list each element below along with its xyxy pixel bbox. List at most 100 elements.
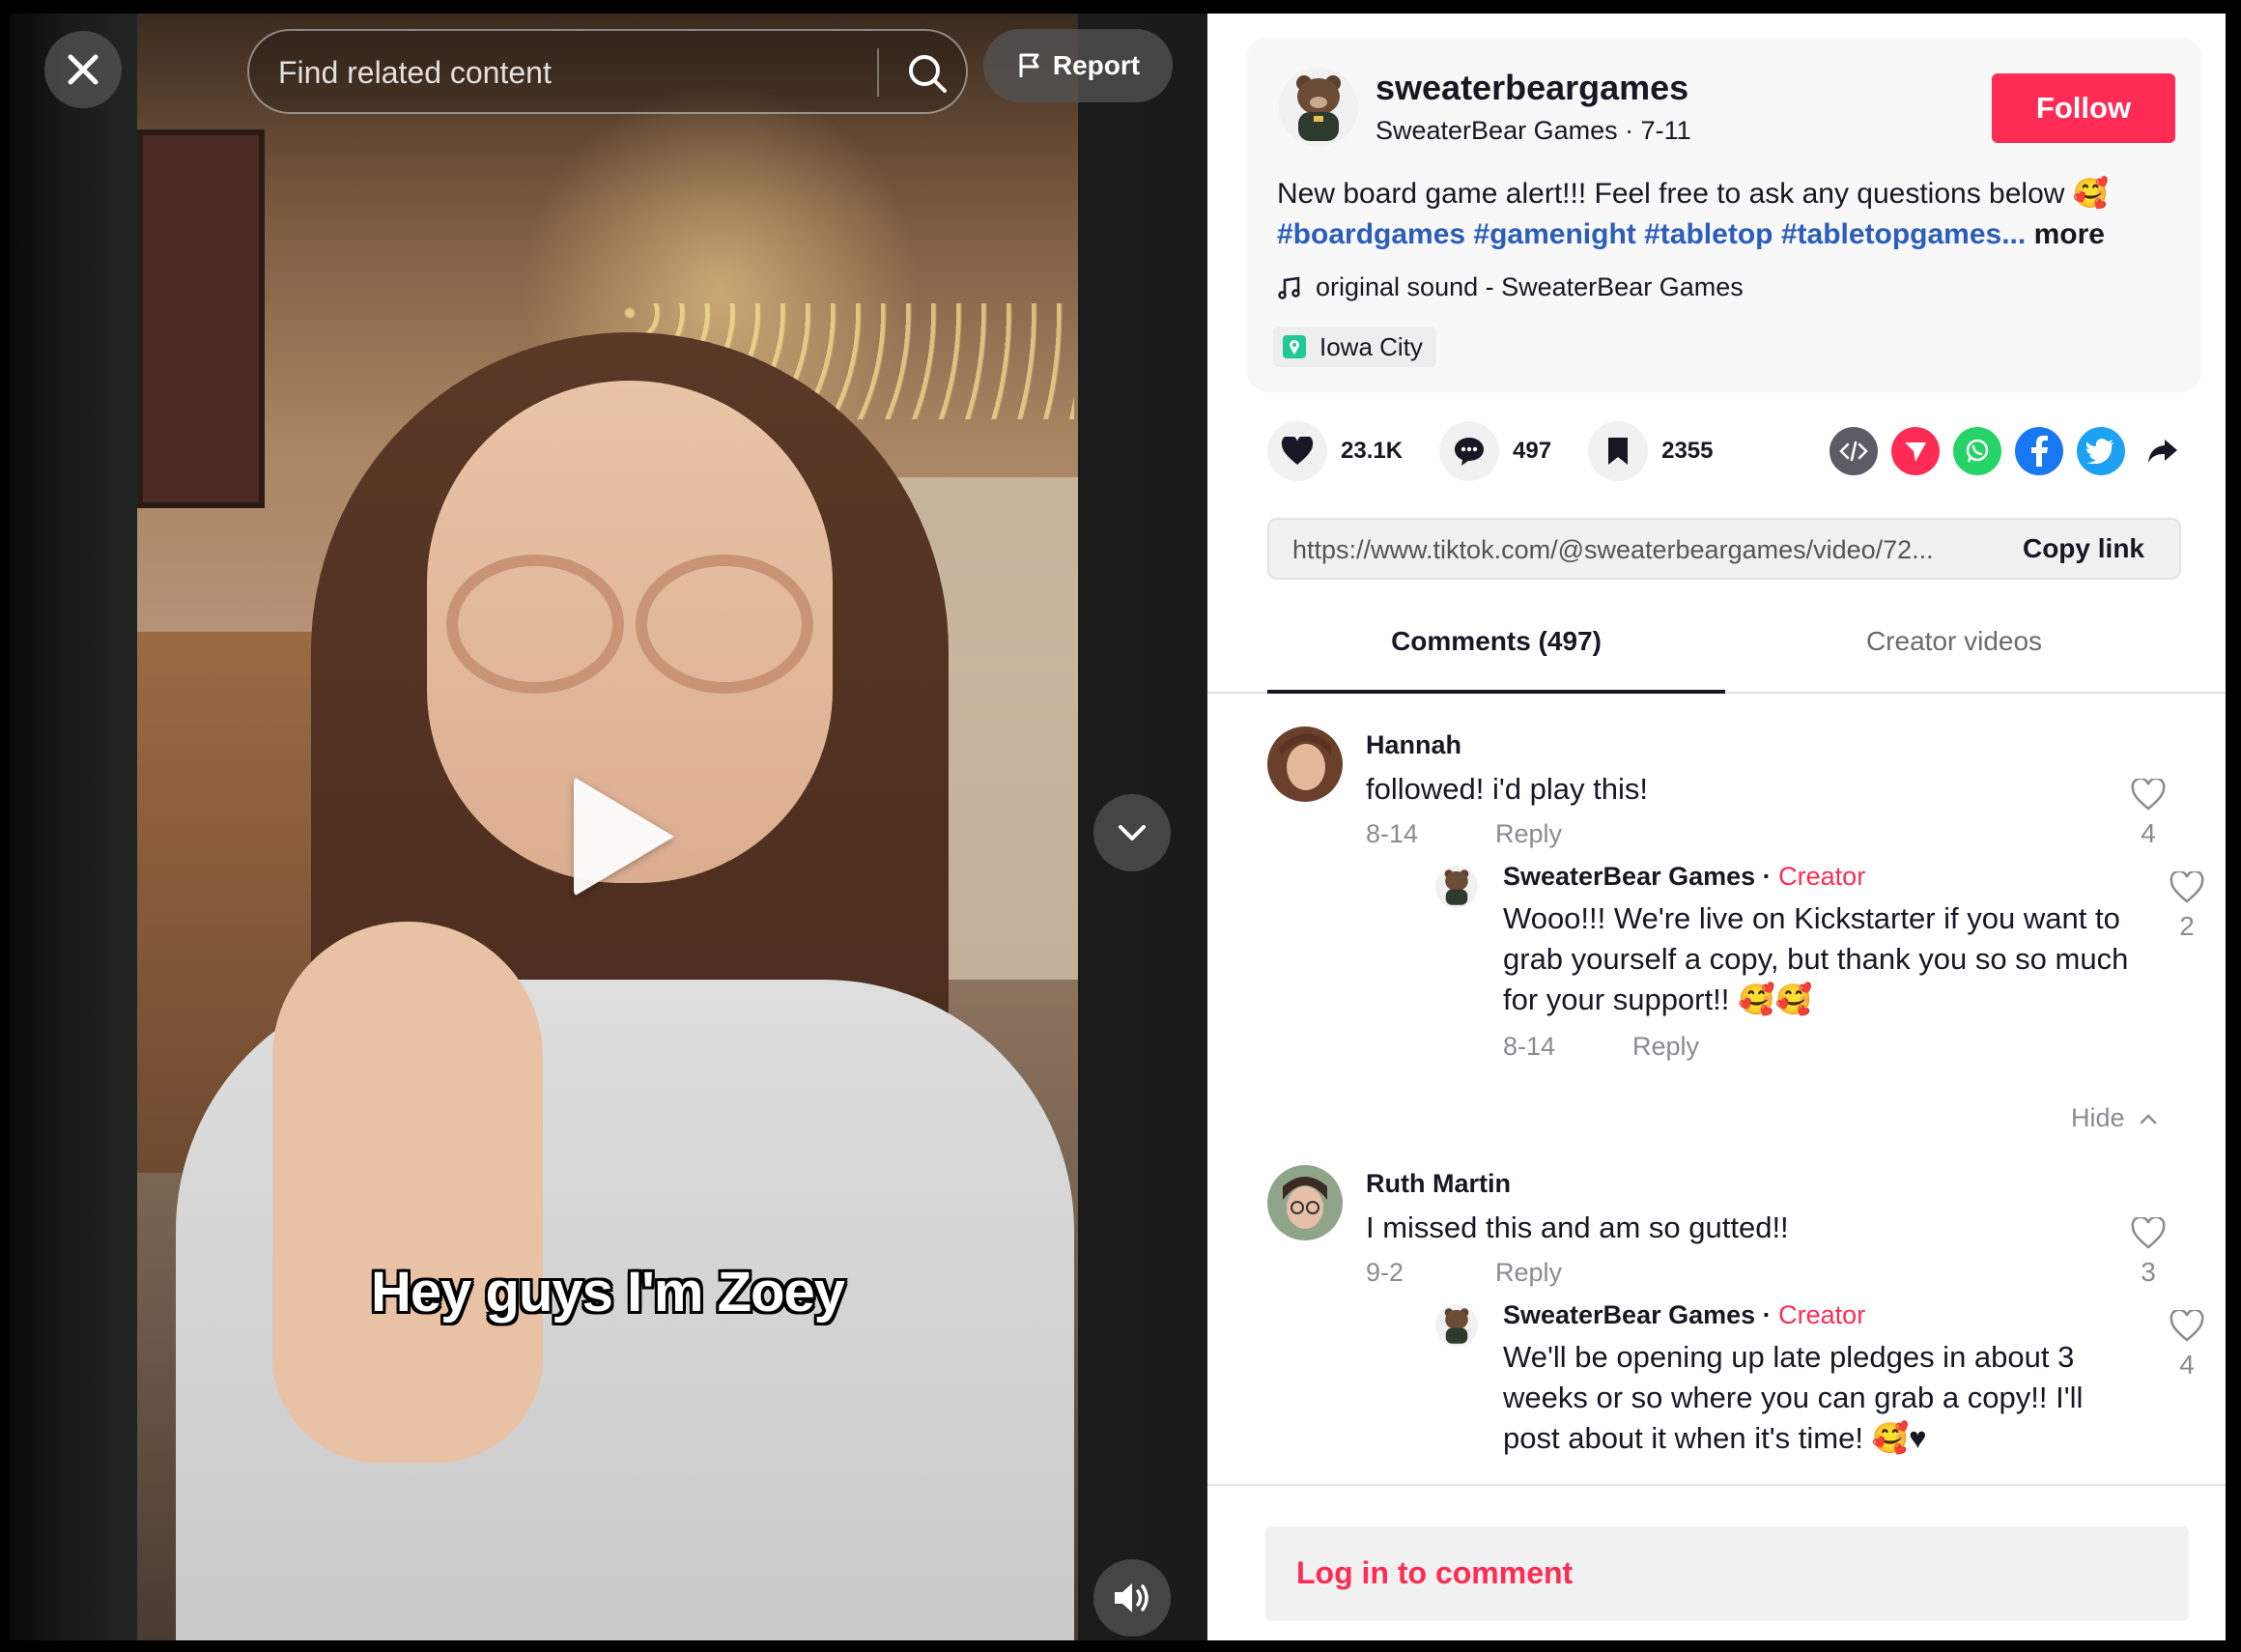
hide-label: Hide [2071, 1103, 2125, 1132]
heart-outline-icon[interactable] [2130, 777, 2167, 812]
commenter-avatar[interactable] [1267, 726, 1343, 802]
reply-button[interactable]: Reply [1632, 1032, 1699, 1061]
bear-avatar-icon [1435, 1304, 1478, 1347]
hashtag-link[interactable]: #boardgames [1277, 218, 1465, 250]
detail-panel: sweaterbeargames SweaterBear Games · 7-1… [1207, 14, 2226, 1640]
search-input[interactable] [276, 31, 821, 114]
chevron-up-icon [2140, 1113, 2156, 1124]
reply-button[interactable]: Reply [1495, 1258, 1562, 1287]
wall-picture [137, 129, 265, 508]
heart-outline-icon[interactable] [2169, 1308, 2205, 1343]
hashtag-link[interactable]: #tabletop [1644, 218, 1773, 250]
bookmark-icon [1608, 438, 1629, 465]
copy-link-button[interactable]: Copy link [2023, 533, 2144, 564]
more-share-button[interactable] [2139, 427, 2187, 475]
hashtag-link[interactable]: #tabletopgames... [1781, 218, 2026, 250]
share-link-url[interactable]: https://www.tiktok.com/@sweaterbeargames… [1292, 535, 1934, 565]
save-count: 2355 [1661, 438, 1714, 464]
save-button[interactable] [1588, 421, 1649, 481]
comment-like[interactable]: 4 [2127, 777, 2170, 849]
login-to-comment-button[interactable]: Log in to comment [1265, 1526, 2189, 1621]
heart-outline-icon[interactable] [2130, 1215, 2167, 1250]
tab-comments[interactable]: Comments (497) [1267, 626, 1725, 657]
commenter-avatar[interactable] [1267, 1165, 1343, 1240]
comment-date: 8-14 [1366, 819, 1419, 848]
creator-avatar[interactable] [1279, 68, 1358, 147]
reply-author-separator: · [1755, 862, 1779, 891]
reply-text: Wooo!!! We're live on Kickstarter if you… [1503, 901, 2129, 1016]
commenter-name[interactable]: Ruth Martin [1366, 1169, 1511, 1199]
facebook-button[interactable] [2015, 427, 2063, 475]
post-description: New board game alert!!! Feel free to ask… [1277, 174, 2185, 255]
facebook-icon [2031, 436, 2048, 467]
follow-button[interactable]: Follow [1992, 73, 2175, 143]
whatsapp-button[interactable] [1953, 427, 2001, 475]
send-button[interactable] [1891, 427, 1940, 475]
like-button[interactable] [1267, 421, 1327, 481]
like-stat[interactable]: 23.1K [1267, 421, 1403, 481]
chevron-down-icon [1119, 825, 1146, 840]
close-icon [68, 54, 99, 85]
subtitle-separator: · [1617, 116, 1641, 145]
creator-badge: Creator [1778, 862, 1866, 891]
share-link-box: https://www.tiktok.com/@sweaterbeargames… [1267, 518, 2181, 580]
comment-meta: 9-2 Reply [1366, 1258, 1562, 1288]
comment-like[interactable]: 3 [2127, 1215, 2170, 1288]
embed-button[interactable] [1830, 427, 1878, 475]
post-date: 7-11 [1640, 116, 1691, 145]
panel-tabs: Comments (497) Creator videos [1207, 603, 2226, 694]
comment-button[interactable] [1439, 421, 1500, 481]
like-count: 23.1K [1341, 438, 1404, 464]
reply-button[interactable]: Reply [1495, 819, 1562, 848]
reply-like[interactable]: 2 [2166, 869, 2208, 942]
reply-author[interactable]: SweaterBear Games · Creator [1503, 1300, 1865, 1330]
search-bar[interactable] [247, 29, 968, 114]
volume-icon [1115, 1583, 1149, 1612]
embed-icon [1839, 441, 1868, 462]
bear-avatar-icon [1435, 866, 1478, 908]
twitter-button[interactable] [2077, 427, 2125, 475]
tab-creator-videos[interactable]: Creator videos [1725, 626, 2183, 657]
comment-stat[interactable]: 497 [1439, 421, 1551, 481]
report-button[interactable]: Report [983, 29, 1173, 102]
reply-avatar[interactable] [1435, 1304, 1478, 1347]
volume-button[interactable] [1093, 1559, 1171, 1637]
heart-outline-icon[interactable] [2169, 869, 2205, 904]
hide-replies-button[interactable]: Hide [2071, 1103, 2158, 1133]
next-video-button[interactable] [1093, 794, 1171, 871]
reply-author[interactable]: SweaterBear Games · Creator [1503, 862, 1865, 892]
send-icon [1905, 442, 1926, 462]
person-hand [272, 922, 543, 1463]
whatsapp-icon [1966, 439, 1989, 463]
video-frame[interactable]: Hey guys I'm Zoey [137, 14, 1078, 1640]
location-chip[interactable]: Iowa City [1273, 327, 1436, 367]
reply-text: We'll be opening up late pledges in abou… [1503, 1340, 2084, 1455]
creator-badge: Creator [1778, 1300, 1866, 1329]
reply-meta: 8-14 Reply [1503, 1032, 1699, 1062]
close-button[interactable] [44, 31, 122, 108]
reply-avatar[interactable] [1435, 866, 1478, 908]
comment-text: followed! i'd play this! [1366, 772, 1648, 806]
engagement-stats: 23.1K 497 2355 [1267, 421, 1749, 481]
reply-like[interactable]: 4 [2166, 1308, 2208, 1381]
sound-link[interactable]: original sound - SweaterBear Games [1277, 272, 1744, 302]
comment-item: Ruth Martin I missed this and am so gutt… [1267, 1165, 2204, 1484]
play-icon[interactable] [574, 777, 674, 897]
save-stat[interactable]: 2355 [1588, 421, 1713, 481]
search-icon[interactable] [906, 52, 949, 95]
commenter-name[interactable]: Hannah [1366, 730, 1461, 760]
flag-icon [1019, 53, 1039, 77]
share-icons [1830, 427, 2187, 475]
comment-input-bar: Log in to comment [1207, 1484, 2226, 1640]
hashtag-link[interactable]: #gamenight [1473, 218, 1635, 250]
creator-username[interactable]: sweaterbeargames [1376, 68, 1688, 108]
reply-like-count: 4 [2179, 1350, 2195, 1380]
creator-display-name: SweaterBear Games [1376, 116, 1618, 145]
report-label: Report [1052, 50, 1141, 80]
person-glasses [446, 555, 813, 694]
comment-icon [1455, 438, 1485, 466]
reply-author-name: SweaterBear Games [1503, 1300, 1756, 1329]
location-pin-icon [1283, 335, 1306, 358]
more-link[interactable]: more [2034, 218, 2105, 250]
video-player[interactable]: Hey guys I'm Zoey Report [10, 14, 1207, 1640]
